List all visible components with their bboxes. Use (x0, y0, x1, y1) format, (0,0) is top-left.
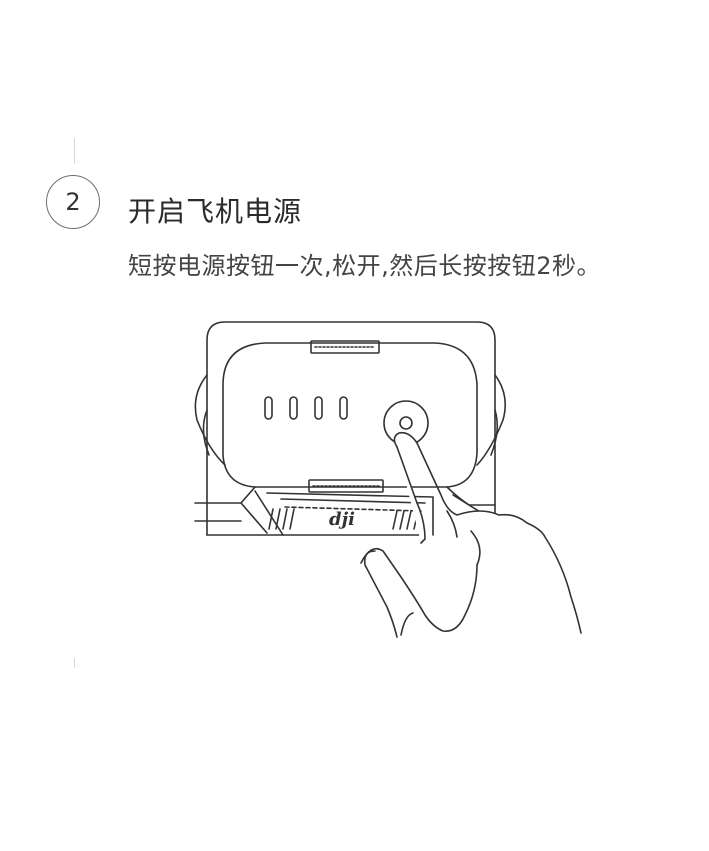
aircraft-body (194, 486, 256, 504)
step-title: 开启飞机电源 (128, 195, 303, 228)
battery-level-indicator-icon (264, 396, 348, 420)
step-description: 短按电源按钮一次,松开,然后长按按钮2秒。 (128, 252, 602, 280)
step-number-badge: 2 (46, 175, 100, 229)
battery-power-illustration: dji (185, 315, 590, 650)
dji-logo: dji (329, 509, 355, 530)
guide-line-top (74, 138, 75, 164)
guide-line-bottom (74, 658, 75, 668)
battery-body (222, 342, 478, 488)
step-number: 2 (65, 188, 81, 216)
